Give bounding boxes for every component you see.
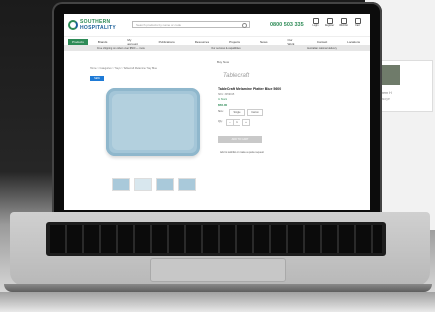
header-actions: Login Register Wishlist Cart — [310, 18, 363, 27]
search-placeholder: Search products by name or code — [136, 23, 182, 27]
logo-mark-icon[interactable] — [68, 20, 78, 30]
nav-item-news[interactable]: News — [250, 40, 278, 44]
search-icon[interactable] — [242, 23, 247, 28]
keyboard-keys — [50, 225, 382, 253]
keyboard — [46, 222, 386, 256]
cart-label: Cart — [355, 24, 360, 27]
wishlist-label: Wishlist — [339, 24, 348, 27]
brand-logo[interactable]: Tablecraft — [223, 73, 249, 79]
wishlist-link[interactable]: Add to wishlist or make a quote request — [220, 151, 264, 154]
add-to-cart-button[interactable]: ADD TO CART — [218, 136, 262, 143]
info-item-services[interactable]: Our services & capabilities — [211, 47, 240, 50]
nav-item-brands[interactable]: Brands — [88, 40, 118, 44]
thumbnail-4[interactable] — [178, 178, 196, 191]
nav-item-publications[interactable]: Publications — [149, 40, 185, 44]
product-sku: SKU: 3459015 — [218, 93, 235, 96]
thumbnail-2[interactable] — [134, 178, 152, 191]
search-input[interactable]: Search products by name or code — [132, 21, 250, 28]
qty-label: Qty: — [218, 120, 223, 123]
thumbnail-1[interactable] — [112, 178, 130, 191]
thumbnail-3[interactable] — [156, 178, 174, 191]
info-item-delivery[interactable]: Australian national delivery — [307, 47, 337, 50]
size-option-single[interactable]: Single — [229, 109, 245, 116]
touchpad — [150, 258, 286, 282]
product-price: $56.00 — [218, 103, 228, 107]
size-option-carton[interactable]: Carton — [247, 109, 263, 116]
cart-button[interactable]: Cart — [352, 18, 363, 27]
login-button[interactable]: Login — [310, 18, 321, 27]
brand-name-bottom[interactable]: HOSPITALITY — [80, 25, 116, 31]
nav-item-products[interactable]: Products — [68, 38, 88, 45]
laptop-screen: SOUTHERN HOSPITALITY Search products by … — [64, 14, 370, 210]
laptop-shadow — [0, 292, 435, 312]
product-thumbnails — [112, 178, 196, 191]
laptop-front-edge — [4, 284, 432, 292]
nav-item-contact[interactable]: Contact — [307, 40, 337, 44]
info-item-shipping[interactable]: Free shipping on orders over $500 — more — [97, 47, 145, 50]
tray-surface — [112, 94, 194, 150]
register-label: Register — [324, 24, 335, 27]
login-label: Login — [312, 24, 319, 27]
nav-item-locations[interactable]: Locations — [337, 40, 370, 44]
phone-number[interactable]: 0800 503 335 — [270, 22, 304, 28]
site-header: SOUTHERN HOSPITALITY Search products by … — [64, 14, 370, 36]
stock-status: In Stock — [218, 98, 228, 101]
qty-value[interactable]: 1 — [234, 119, 240, 126]
new-badge: NEW — [90, 76, 104, 81]
product-main-image[interactable] — [106, 88, 200, 156]
section-heading: Buy Now — [217, 60, 230, 64]
info-bar: Free shipping on orders over $500 — more… — [64, 45, 370, 51]
qty-increase-button[interactable]: + — [242, 119, 250, 126]
register-button[interactable]: Register — [324, 18, 335, 27]
wishlist-button[interactable]: Wishlist — [338, 18, 349, 27]
breadcrumb[interactable]: Home > Categories > Trays > Tablecraft M… — [90, 67, 157, 70]
qty-decrease-button[interactable]: − — [226, 119, 234, 126]
size-label: Size: — [218, 110, 224, 113]
nav-item-projects[interactable]: Projects — [219, 40, 250, 44]
nav-item-resources[interactable]: Resources — [185, 40, 219, 44]
product-title: TableCraft Melamine Platter Blue 5600 — [218, 87, 282, 91]
